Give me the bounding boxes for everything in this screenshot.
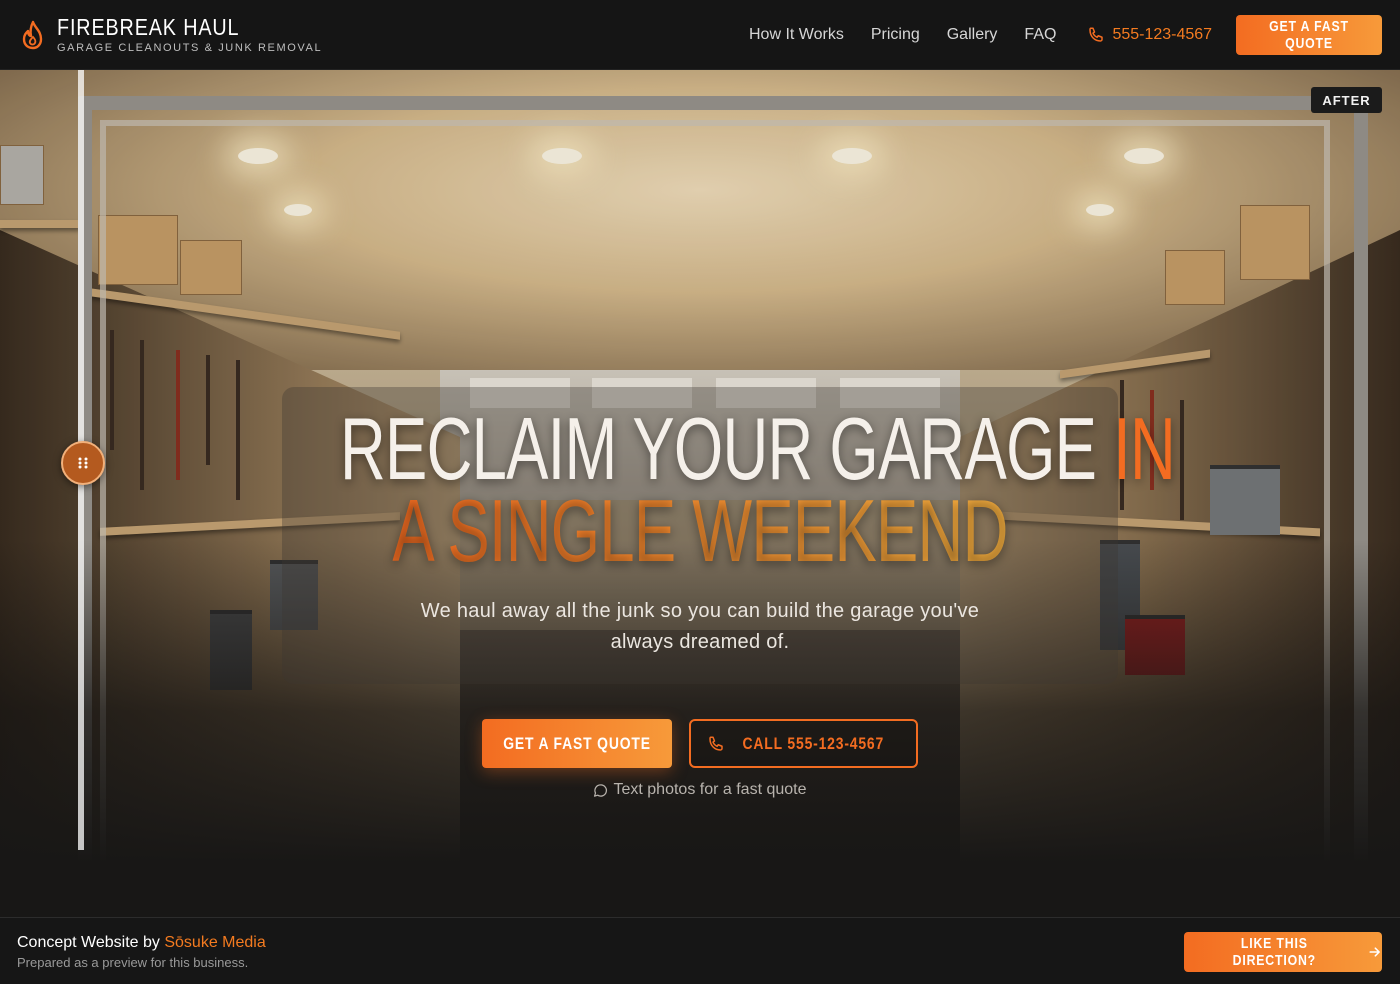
footer-subtitle: Prepared as a preview for this business.: [17, 955, 249, 970]
nav-link-faq[interactable]: FAQ: [1024, 26, 1056, 44]
hero-subhead: We haul away all the junk so you can bui…: [420, 600, 980, 653]
nav-cta-label: GET A FAST QUOTE: [1269, 18, 1349, 52]
nav-links: How It Works Pricing Gallery FAQ 555-123…: [749, 0, 1212, 70]
headline-accent-1: IN: [1113, 399, 1176, 498]
flame-icon: [22, 20, 43, 49]
concept-footer-bar: Concept Website by Sōsuke Media Prepared…: [0, 917, 1400, 984]
footer-title-prefix: Concept Website by: [17, 934, 165, 951]
nav-get-quote-button[interactable]: GET A FAST QUOTE: [1236, 15, 1382, 55]
hero-call-label: CALL 555-123-4567: [742, 733, 885, 753]
brand-tagline: GARAGE CLEANOUTS & JUNK REMOVAL: [57, 42, 323, 54]
footer-brand-link[interactable]: Sōsuke Media: [164, 934, 265, 951]
arrow-right-icon: [1369, 947, 1380, 957]
brand-logo[interactable]: FIREBREAK HAUL GARAGE CLEANOUTS & JUNK R…: [20, 15, 322, 54]
text-photos-link[interactable]: Text photos for a fast quote: [500, 781, 900, 799]
headline-accent-2: A SINGLE WEEKEND: [392, 481, 1008, 580]
footer-title: Concept Website by Sōsuke Media: [17, 934, 266, 952]
phone-icon: [1089, 27, 1104, 42]
nav-link-how-it-works[interactable]: How It Works: [749, 26, 844, 44]
hero-call-button[interactable]: CALL 555-123-4567: [689, 719, 918, 768]
footer-cta-label: LIKE THIS DIRECTION?: [1232, 935, 1317, 969]
nav-phone-number: 555-123-4567: [1112, 26, 1213, 43]
text-photos-label: Text photos for a fast quote: [613, 781, 807, 798]
chat-bubble-icon: [594, 783, 608, 797]
like-this-direction-button[interactable]: LIKE THIS DIRECTION?: [1184, 932, 1382, 972]
brand-text: FIREBREAK HAUL GARAGE CLEANOUTS & JUNK R…: [57, 15, 322, 54]
nav-phone-link[interactable]: 555-123-4567: [1087, 26, 1212, 44]
after-badge: AFTER: [1311, 87, 1382, 113]
hero-headline: RECLAIM YOUR GARAGE IN A SINGLE WEEKEND: [200, 405, 1200, 575]
headline-line-1: RECLAIM YOUR GARAGE IN: [340, 405, 1176, 493]
hero-primary-cta-label: GET A FAST QUOTE: [503, 733, 651, 753]
brand-name: FIREBREAK HAUL: [57, 14, 240, 40]
phone-icon: [709, 736, 723, 751]
top-nav: FIREBREAK HAUL GARAGE CLEANOUTS & JUNK R…: [0, 0, 1400, 70]
comparison-drag-handle[interactable]: [61, 441, 105, 485]
nav-link-pricing[interactable]: Pricing: [871, 26, 920, 44]
nav-link-gallery[interactable]: Gallery: [947, 26, 998, 44]
hero-get-quote-button[interactable]: GET A FAST QUOTE: [482, 719, 672, 768]
grip-dots-icon: [78, 457, 88, 469]
headline-line-2: A SINGLE WEEKEND: [340, 487, 1060, 575]
hero-section: AFTER RECLAIM YOUR GARAGE IN A SINGLE WE…: [0, 70, 1400, 917]
